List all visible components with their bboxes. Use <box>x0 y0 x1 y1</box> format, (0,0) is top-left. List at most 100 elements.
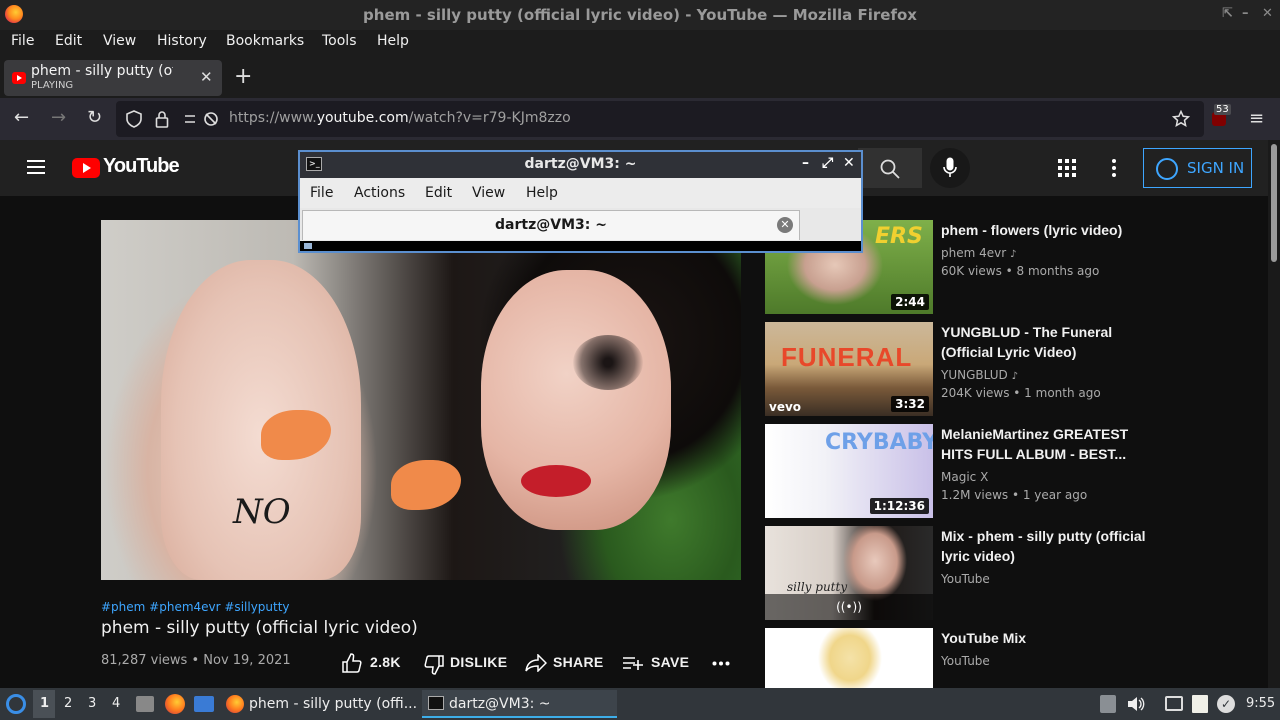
share-icon[interactable] <box>525 654 547 672</box>
terminal-body[interactable] <box>300 241 861 251</box>
notes-icon[interactable] <box>1192 695 1208 713</box>
related-title[interactable]: Mix - phem - silly putty (official lyric… <box>941 526 1151 566</box>
related-channel[interactable]: Magic X <box>941 470 988 484</box>
terminal-window[interactable]: >_ dartz@VM3: ~ – ⤢ ✕ File Actions Edit … <box>298 150 863 253</box>
terminal-menu-file[interactable]: File <box>310 185 333 201</box>
related-title[interactable]: phem - flowers (lyric video) <box>941 220 1151 240</box>
related-thumbnail[interactable]: FUNERAL vevo 3:32 <box>765 322 933 416</box>
like-icon[interactable] <box>342 653 362 673</box>
related-channel[interactable]: YouTube <box>941 654 990 668</box>
share-label[interactable]: SHARE <box>553 654 604 670</box>
terminal-maximize-icon[interactable]: ⤢ <box>822 155 833 171</box>
terminal-menu-actions[interactable]: Actions <box>354 185 405 201</box>
menu-edit[interactable]: Edit <box>55 33 82 49</box>
permissions-icon[interactable] <box>183 112 219 126</box>
window-minimize-icon[interactable]: – <box>1242 6 1249 21</box>
clipboard-icon[interactable] <box>1100 695 1116 713</box>
related-thumbnail[interactable] <box>765 628 933 688</box>
guide-menu-icon[interactable] <box>27 160 45 174</box>
sign-in-button[interactable]: SIGN IN <box>1143 148 1252 188</box>
youtube-logo-icon[interactable] <box>72 158 100 178</box>
dislike-icon[interactable] <box>424 655 444 675</box>
firefox-launcher-icon[interactable] <box>165 694 185 714</box>
related-duration: 1:12:36 <box>869 498 929 514</box>
url-domain: youtube.com <box>316 110 409 126</box>
video-smudge-shape <box>573 335 643 390</box>
youtube-favicon-icon <box>12 72 26 84</box>
related-thumbnail[interactable]: CRYBABY 1:12:36 <box>765 424 933 518</box>
related-channel[interactable]: phem 4evr ♪ <box>941 246 1016 260</box>
dislike-label[interactable]: DISLIKE <box>450 654 507 670</box>
menu-bookmarks[interactable]: Bookmarks <box>226 33 304 49</box>
save-playlist-icon[interactable] <box>622 656 644 670</box>
window-titlebar: phem - silly putty (official lyric video… <box>0 0 1280 30</box>
terminal-minimize-icon[interactable]: – <box>802 155 809 171</box>
video-hashtags[interactable]: #phem #phem4evr #sillyputty <box>101 600 290 614</box>
save-label[interactable]: SAVE <box>651 654 689 670</box>
workspace-2[interactable]: 2 <box>64 696 72 711</box>
file-manager-icon[interactable] <box>136 696 154 712</box>
terminal-cursor <box>304 243 312 249</box>
apps-grid-icon[interactable] <box>1058 159 1076 177</box>
network-icon[interactable] <box>1165 696 1183 711</box>
taskbar: 1 2 3 4 phem - silly putty (offi... dart… <box>0 688 1280 720</box>
search-button[interactable] <box>858 148 922 188</box>
related-title[interactable]: MelanieMartinez GREATEST HITS FULL ALBUM… <box>941 424 1151 464</box>
voice-search-button[interactable] <box>930 148 970 188</box>
search-icon <box>880 159 900 179</box>
workspace-4[interactable]: 4 <box>112 696 120 711</box>
related-thumbnail[interactable]: silly putty ((•)) <box>765 526 933 620</box>
terminal-menu-edit[interactable]: Edit <box>425 185 452 201</box>
shield-icon[interactable] <box>126 110 142 128</box>
menu-view[interactable]: View <box>103 33 136 49</box>
workspace-3[interactable]: 3 <box>88 696 96 711</box>
tab-close-icon[interactable]: ✕ <box>200 68 213 86</box>
menu-file[interactable]: File <box>11 33 34 49</box>
youtube-logo-text[interactable]: YouTube <box>103 155 180 178</box>
browser-tab[interactable]: phem - silly putty (official lyric video… <box>4 60 222 96</box>
terminal-titlebar[interactable]: >_ dartz@VM3: ~ – ⤢ ✕ <box>300 152 861 178</box>
menu-help[interactable]: Help <box>377 33 409 49</box>
workspace-1[interactable]: 1 <box>40 696 49 711</box>
volume-icon[interactable] <box>1127 696 1145 712</box>
lock-icon[interactable] <box>155 110 169 128</box>
related-title[interactable]: YUNGBLUD - The Funeral (Official Lyric V… <box>941 322 1151 362</box>
start-menu-icon[interactable] <box>6 694 26 714</box>
reload-icon[interactable]: ↻ <box>87 107 102 128</box>
new-tab-icon[interactable]: + <box>234 64 252 89</box>
related-thumb-text: FUNERAL <box>781 342 913 372</box>
terminal-menu-help[interactable]: Help <box>526 185 558 201</box>
scrollbar-thumb[interactable] <box>1271 144 1277 262</box>
terminal-close-icon[interactable]: ✕ <box>843 155 855 171</box>
forward-icon[interactable]: → <box>51 107 66 128</box>
related-channel[interactable]: YouTube <box>941 572 990 586</box>
music-note-icon: ♪ <box>1010 249 1017 260</box>
video-view-meta: 81,287 views • Nov 19, 2021 <box>101 653 291 668</box>
taskbar-task-terminal[interactable]: dartz@VM3: ~ <box>422 690 617 718</box>
bookmark-star-icon[interactable] <box>1172 110 1190 128</box>
terminal-menu-view[interactable]: View <box>472 185 505 201</box>
more-actions-icon[interactable] <box>712 661 730 666</box>
like-count[interactable]: 2.8K <box>370 654 401 670</box>
related-meta: 204K views • 1 month ago <box>941 386 1101 400</box>
settings-kebab-icon[interactable] <box>1111 158 1117 178</box>
terminal-tab[interactable]: dartz@VM3: ~ ✕ <box>302 210 800 240</box>
music-note-icon: ♪ <box>1011 371 1018 382</box>
window-close-icon[interactable]: ✕ <box>1262 6 1273 21</box>
update-check-icon[interactable]: ✓ <box>1217 695 1235 713</box>
window-restore-icon[interactable]: ⇱ <box>1222 6 1233 21</box>
terminal-tab-close-icon[interactable]: ✕ <box>777 217 793 233</box>
menu-tools[interactable]: Tools <box>322 33 357 49</box>
back-icon[interactable]: ← <box>14 107 29 128</box>
desktop-icon[interactable] <box>194 696 214 712</box>
page-scrollbar[interactable] <box>1268 140 1280 688</box>
hamburger-menu-icon[interactable]: ≡ <box>1249 110 1264 128</box>
related-duration: 2:44 <box>891 294 929 310</box>
related-channel[interactable]: YUNGBLUD ♪ <box>941 368 1018 382</box>
related-title[interactable]: YouTube Mix <box>941 628 1151 648</box>
video-player[interactable]: NO <box>101 220 741 580</box>
taskbar-task-firefox[interactable]: phem - silly putty (offi... <box>222 690 418 718</box>
taskbar-clock[interactable]: 9:55 <box>1246 696 1275 711</box>
related-thumb-text: silly putty <box>787 580 848 594</box>
menu-history[interactable]: History <box>157 33 207 49</box>
